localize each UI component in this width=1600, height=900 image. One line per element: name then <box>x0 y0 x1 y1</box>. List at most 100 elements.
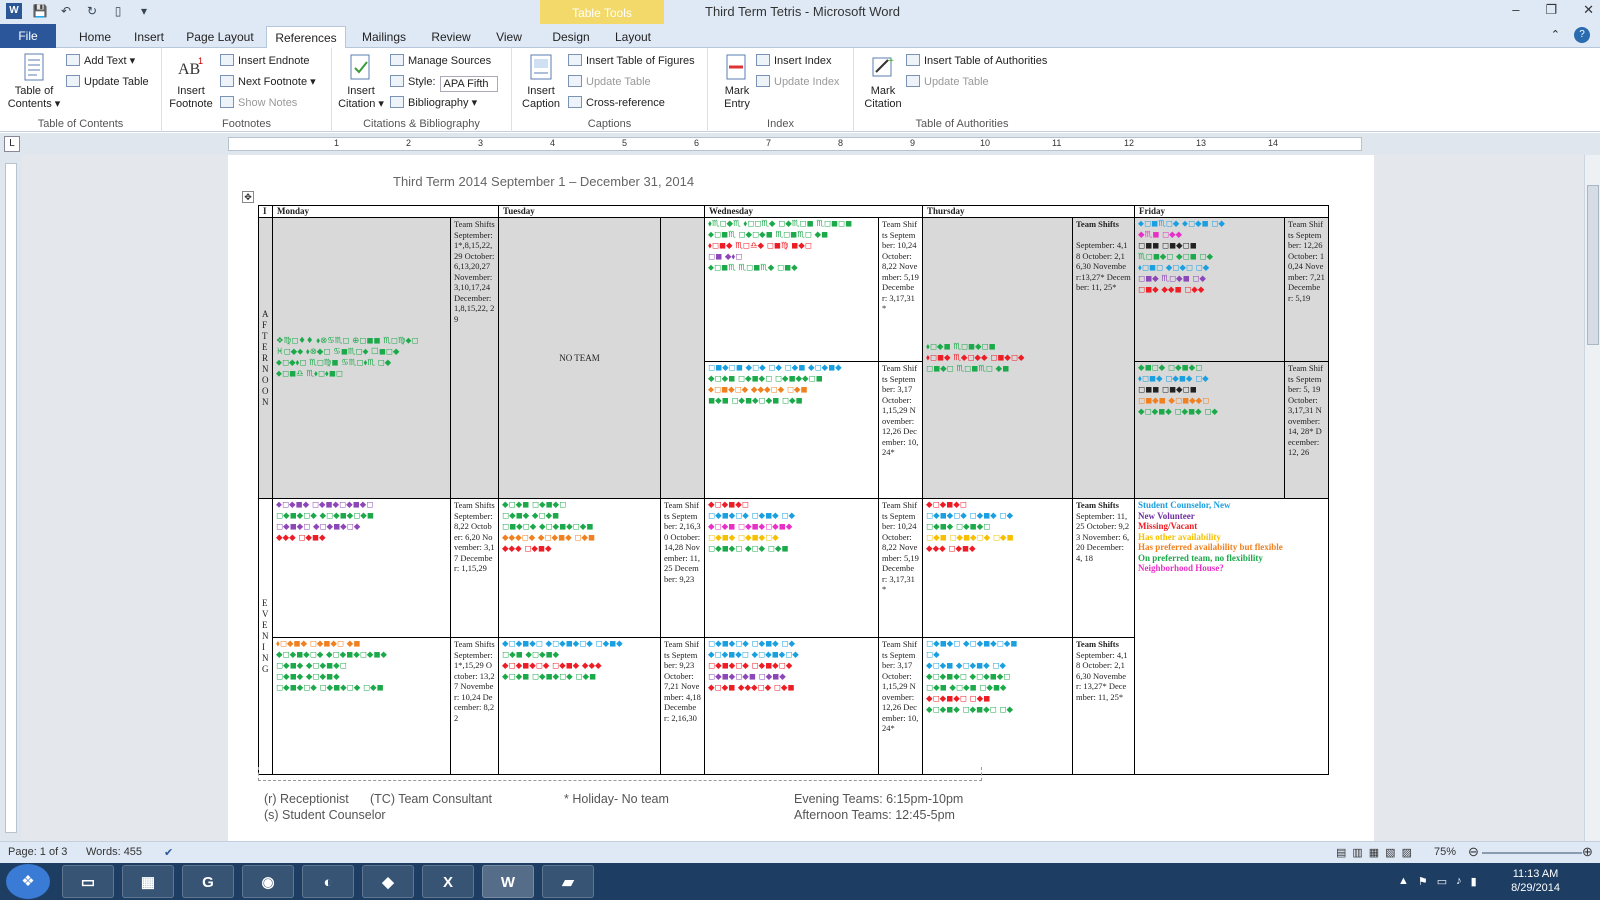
view-buttons-icon[interactable]: ▤▥▦▧▨ <box>1336 846 1418 859</box>
monday-evening-team-2[interactable]: ⬧◻◆◼◆ ◻◆◼◆◻ ◆◼ ◆◻◆◼◆◻◆ ◆◻◆◼◆◻◆◼◆ ◻◆◼◆ ◆◻◆… <box>272 637 451 775</box>
zoom-out-icon[interactable]: ⊖ <box>1468 844 1479 860</box>
document-heading[interactable]: Third Term 2014 September 1 – December 3… <box>393 174 694 189</box>
vertical-scrollbar[interactable] <box>1584 155 1600 841</box>
style-dropdown[interactable]: APA Fifth <box>439 76 498 92</box>
team-member-names: ◆◻◆◼ ◻◆◼◆◻ ◻◆◼◆ ◆◻◆◼ ◻◼◆◻◆ ◆◻◆◼◆◻◆◼ <box>502 500 594 533</box>
chrome-icon[interactable]: ◉ <box>242 865 294 898</box>
flag-icon[interactable]: ⚑ <box>1418 875 1428 888</box>
tab-view[interactable]: View <box>486 26 532 48</box>
team-member-names: ◻◆◼◆◻◆ ◆◻◆◼◆◻◆◼ <box>276 511 374 522</box>
tab-home[interactable]: Home <box>70 26 120 48</box>
dropbox-icon[interactable]: ◆ <box>362 865 414 898</box>
minimize-ribbon-icon[interactable]: ⌃ <box>1551 28 1560 41</box>
tab-references[interactable]: References <box>266 26 346 49</box>
wednesday-evening-team-2[interactable]: ◻◆◼◆◻◆ ◻◆◼◆ ◻◆ ◆◻◆◼◆◻ ◆◻◆◼◆◻◆ ◻◆◼◆◻◆ ◻◆◼◆… <box>704 637 880 775</box>
minimize-button[interactable]: – <box>1512 2 1519 18</box>
ruler-number: 1 <box>334 138 340 148</box>
bibliography-icon <box>390 96 404 108</box>
wednesday-afternoon-team-1[interactable]: ⬧♏◻◆♏ ⬧◻◻♏◆ ◻◆♏◻◼ ♏◻◼◻◼ ⬥◻◼♏ ◻◆◻◆◼ ♏◻◼♏◻ … <box>704 217 880 363</box>
friday-afternoon-team-1[interactable]: ⬥◻◼♏◻◆ ⬥◻◆◼ ◻◆ ◆♏◼ ◻◆◆ ◻◼◼ ◻◼◆◻◼ ♏◻◼◆◻ ◆… <box>1134 217 1286 363</box>
redo-icon[interactable]: ↻ <box>84 3 100 19</box>
monday-afternoon-team[interactable]: ❖♍◻♦♦ ⬧⊗♋♏◻ ⊕◻◼◼ ♏◻♍⬥◻ ♓◻◆⬥ ⬧⊗◆◻ ♋◼♏◻⬥ ☐◼… <box>272 217 451 500</box>
tuesday-evening-team-1[interactable]: ◆◻◆◼ ◻◆◼◆◻ ◻◆◼◆ ◆◻◆◼ ◻◼◆◻◆ ◆◻◆◼◆◻◆◼ ◆◆◆◻◆ … <box>498 498 662 639</box>
tab-design[interactable]: Design <box>548 26 594 48</box>
volume-icon[interactable]: ♪ <box>1456 875 1462 888</box>
save-icon[interactable]: 💾 <box>32 3 48 19</box>
add-text-button[interactable]: Add Text ▾ <box>66 54 135 67</box>
help-icon[interactable]: ? <box>1574 27 1590 43</box>
show-notes-button[interactable]: Show Notes <box>220 96 297 109</box>
show-hidden-icons-icon[interactable]: ▲ <box>1398 875 1409 888</box>
tab-page-layout[interactable]: Page Layout <box>180 26 260 48</box>
tab-file[interactable]: File <box>0 24 56 48</box>
cross-reference-button[interactable]: Cross-reference <box>568 96 665 109</box>
firefox-icon[interactable]: ◐ <box>302 865 354 898</box>
word-count[interactable]: Words: 455 <box>86 846 142 858</box>
word-icon[interactable]: W <box>482 865 534 898</box>
zoom-level[interactable]: 75% <box>1434 846 1456 858</box>
group-table-of-contents: Table of Contents ▾ Add Text ▾ Update Ta… <box>0 48 162 132</box>
thursday-afternoon-team[interactable]: ⬧◻◆◼ ♏◻◼◆◻◼ ⬧◻◼◆ ♏◆◻◆◆ ◻◼◆◻◆ ◻◼◆◻ ♏◻◼♏◻ … <box>922 217 1074 500</box>
restore-button[interactable]: ❐ <box>1545 2 1557 18</box>
insert-table-of-figures-button[interactable]: Insert Table of Figures <box>568 54 695 67</box>
thursday-evening-team-1[interactable]: ◆◻◆◼◆◻ ◻◆◼◆◻◆ ◻◆◼◆ ◻◆ ◻◆◼◆ ◻◆◼◆◻ ◻◆◼ ◻◆◼… <box>922 498 1074 639</box>
tuesday-evening-team-2[interactable]: ◆◻◆◼◆◻ ◆◻◆◼◆◻◆ ◻◆◼◆ ◻◆◼ ◆◻◆◼◆ ◆◻◆◼◆◻◆ ◻◆… <box>498 637 662 775</box>
page-count[interactable]: Page: 1 of 3 <box>8 846 67 858</box>
bibliography-button[interactable]: Bibliography ▾ <box>390 96 477 109</box>
excel-icon[interactable]: X <box>422 865 474 898</box>
next-footnote-button[interactable]: Next Footnote ▾ <box>220 75 316 88</box>
tab-layout[interactable]: Layout <box>610 26 656 48</box>
legend-other-availability: Has other availability <box>1138 531 1221 542</box>
wednesday-evening-team-1[interactable]: ◆◻◆◼◆◻ ◻◆◼◆◻◆ ◻◆◼◆ ◻◆ ◆◻◆◼ ◻◆◼◆◻◆◼◆ ◻◆◼◆… <box>704 498 880 639</box>
insert-footnote-button[interactable]: AB 1 Insert Footnote <box>166 52 216 111</box>
scrollbar-thumb[interactable] <box>1587 185 1599 345</box>
update-table-button[interactable]: Update Table <box>66 75 149 88</box>
zoom-in-icon[interactable]: ⊕ <box>1582 844 1593 860</box>
team-member-names: ⬧◻◼◆ ♏◻♎◆ ◻◼♍ ◼◆◻ <box>708 241 812 252</box>
start-button[interactable]: ❖ <box>6 864 50 899</box>
insert-index-button[interactable]: Insert Index <box>756 54 831 67</box>
vertical-ruler[interactable] <box>0 155 22 841</box>
document-page[interactable]: Third Term 2014 September 1 – December 3… <box>228 155 1374 841</box>
monday-evening-team-1[interactable]: ⬥◻◆◼◆ ◻◆◼◆◻◆◼◆◻ ◻◆◼◆◻◆ ◆◻◆◼◆◻◆◼ ◻◆◼◆◻ ◆◻… <box>272 498 451 639</box>
mark-citation-button[interactable]: + Mark Citation <box>858 52 908 111</box>
ruler-bar <box>228 137 1362 151</box>
mark-entry-button[interactable]: Mark Entry <box>712 52 762 111</box>
tab-selector-icon[interactable]: L <box>4 136 20 152</box>
manage-sources-button[interactable]: Manage Sources <box>390 54 491 67</box>
calculator-icon[interactable]: ▦ <box>122 865 174 898</box>
wednesday-afternoon-team-2[interactable]: ◻◼◆◻◼ ◆◻◆ ◻◆ ◻◆◼ ◆◻◆◼◆ ◆◻◆◼ ◻◆◼◆◻ ◻◆◼◆◆◻… <box>704 361 880 500</box>
display-icon[interactable]: ▭ <box>1437 875 1447 888</box>
update-table-figures-button[interactable]: Update Table <box>568 75 651 88</box>
update-index-button[interactable]: Update Index <box>756 75 839 88</box>
friday-afternoon-team-2[interactable]: ◆◼◻◆ ◻◆◼◆◻ ⬧◻◼◆ ◻◆◼◆ ◻◆ ◻◼◼ ◻◼◆◻◼ ◻◼◆◼ ◆… <box>1134 361 1286 500</box>
table-move-handle-icon[interactable]: ✥ <box>242 191 254 203</box>
tab-mailings[interactable]: Mailings <box>354 26 414 48</box>
insert-endnote-button[interactable]: Insert Endnote <box>220 54 310 67</box>
table-of-contents-button[interactable]: Table of Contents ▾ <box>6 52 62 111</box>
title-bar: W 💾 ↶ ↻ ▯ ▾ Table Tools Third Term Tetri… <box>0 0 1600 24</box>
footnote-receptionist: (r) Receptionist <box>264 792 349 806</box>
customize-toolbar-icon[interactable]: ▾ <box>136 3 152 19</box>
proofing-icon[interactable]: ✔ <box>164 846 173 859</box>
new-document-icon[interactable]: ▯ <box>110 3 126 19</box>
close-button[interactable]: ✕ <box>1583 2 1594 18</box>
update-table-authorities-button[interactable]: Update Table <box>906 75 989 88</box>
greenshot-icon[interactable]: G <box>182 865 234 898</box>
insert-table-of-authorities-button[interactable]: Insert Table of Authorities <box>906 54 1047 67</box>
undo-icon[interactable]: ↶ <box>58 3 74 19</box>
zoom-slider[interactable] <box>1482 852 1582 854</box>
file-explorer-icon[interactable]: ▭ <box>62 865 114 898</box>
word-app-icon[interactable]: W <box>6 3 22 19</box>
clock[interactable]: 11:13 AM 8/29/2014 <box>1511 867 1560 895</box>
sticky-notes-icon[interactable]: ▰ <box>542 865 594 898</box>
insert-caption-button[interactable]: Insert Caption <box>516 52 566 111</box>
tab-insert[interactable]: Insert <box>124 26 174 48</box>
insert-citation-button[interactable]: Insert Citation ▾ <box>336 52 386 111</box>
network-icon[interactable]: ▮ <box>1471 875 1477 888</box>
taskbar: ❖ ▭ ▦ G ◉ ◐ ◆ X W ▰ ▲ ⚑ ▭ ♪ ▮ 11:13 AM 8… <box>0 863 1600 900</box>
legend-no-flexibility: On preferred team, no flexibility <box>1138 552 1263 563</box>
tab-review[interactable]: Review <box>424 26 478 48</box>
thursday-evening-team-2[interactable]: ◻◆◼◆◻ ◆◻◆◼◆◻◆◼ ◻◆ ◆◻◆◼ ◆◻◆◼◆ ◻◆ ◆◻◆◼◆◻ ◆◻◆… <box>922 637 1074 775</box>
horizontal-ruler[interactable]: L 1 2 3 4 5 6 7 8 9 10 11 12 13 14 <box>0 133 1600 155</box>
